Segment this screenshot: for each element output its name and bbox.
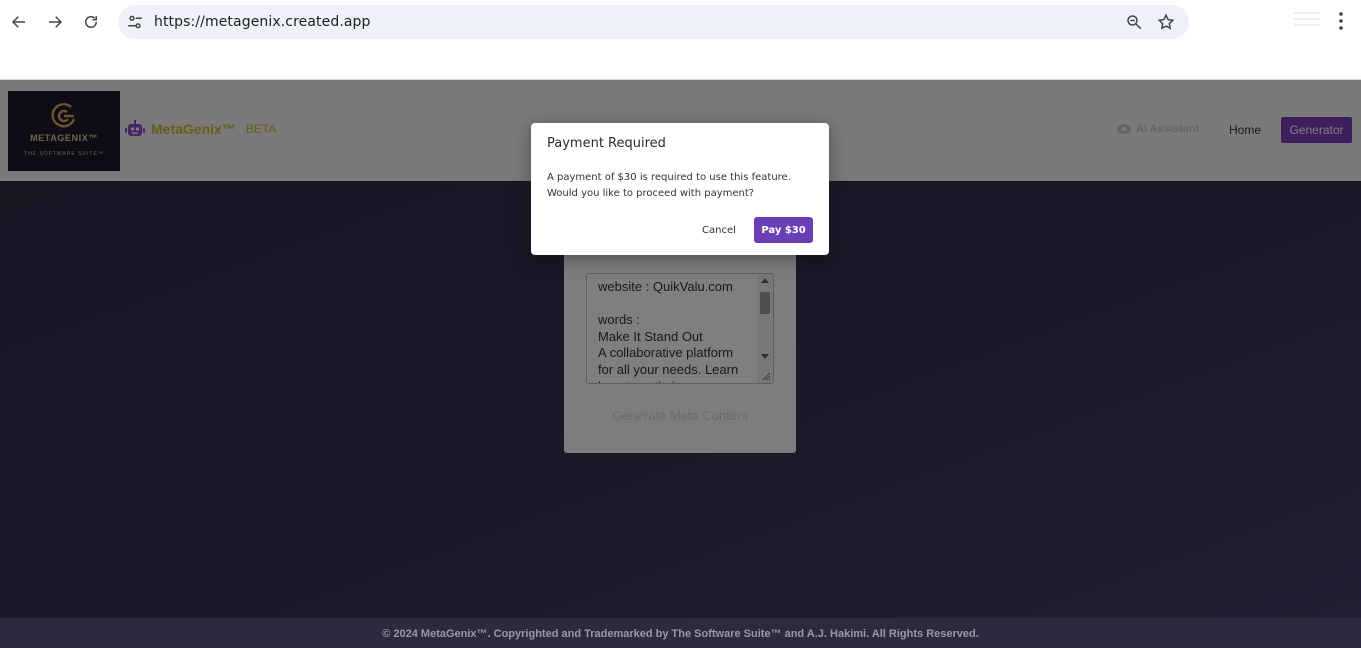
modal-message: A payment of $30 is required to use this… [547,172,791,199]
browser-toolbar: https://metagenix.created.app [0,0,1361,80]
modal-title: Payment Required [547,136,666,151]
site-info-icon[interactable] [126,13,144,31]
cancel-button[interactable]: Cancel [696,217,742,243]
pay-button[interactable]: Pay $30 [754,217,813,243]
back-icon[interactable] [7,10,31,34]
bookmark-star-icon[interactable] [1157,13,1175,31]
address-bar[interactable]: https://metagenix.created.app [118,5,1189,39]
browser-menu-icon[interactable] [1332,11,1350,31]
payment-modal: Payment Required A payment of $30 is req… [531,123,829,255]
zoom-icon[interactable] [1125,13,1143,31]
reload-icon[interactable] [79,10,103,34]
forward-icon[interactable] [43,10,67,34]
url-text[interactable]: https://metagenix.created.app [154,14,371,30]
footer: © 2024 MetaGenix™. Copyrighted and Trade… [0,618,1361,648]
footer-copyright: © 2024 MetaGenix™. Copyrighted and Trade… [382,628,979,640]
profile-icon[interactable] [1294,12,1320,30]
